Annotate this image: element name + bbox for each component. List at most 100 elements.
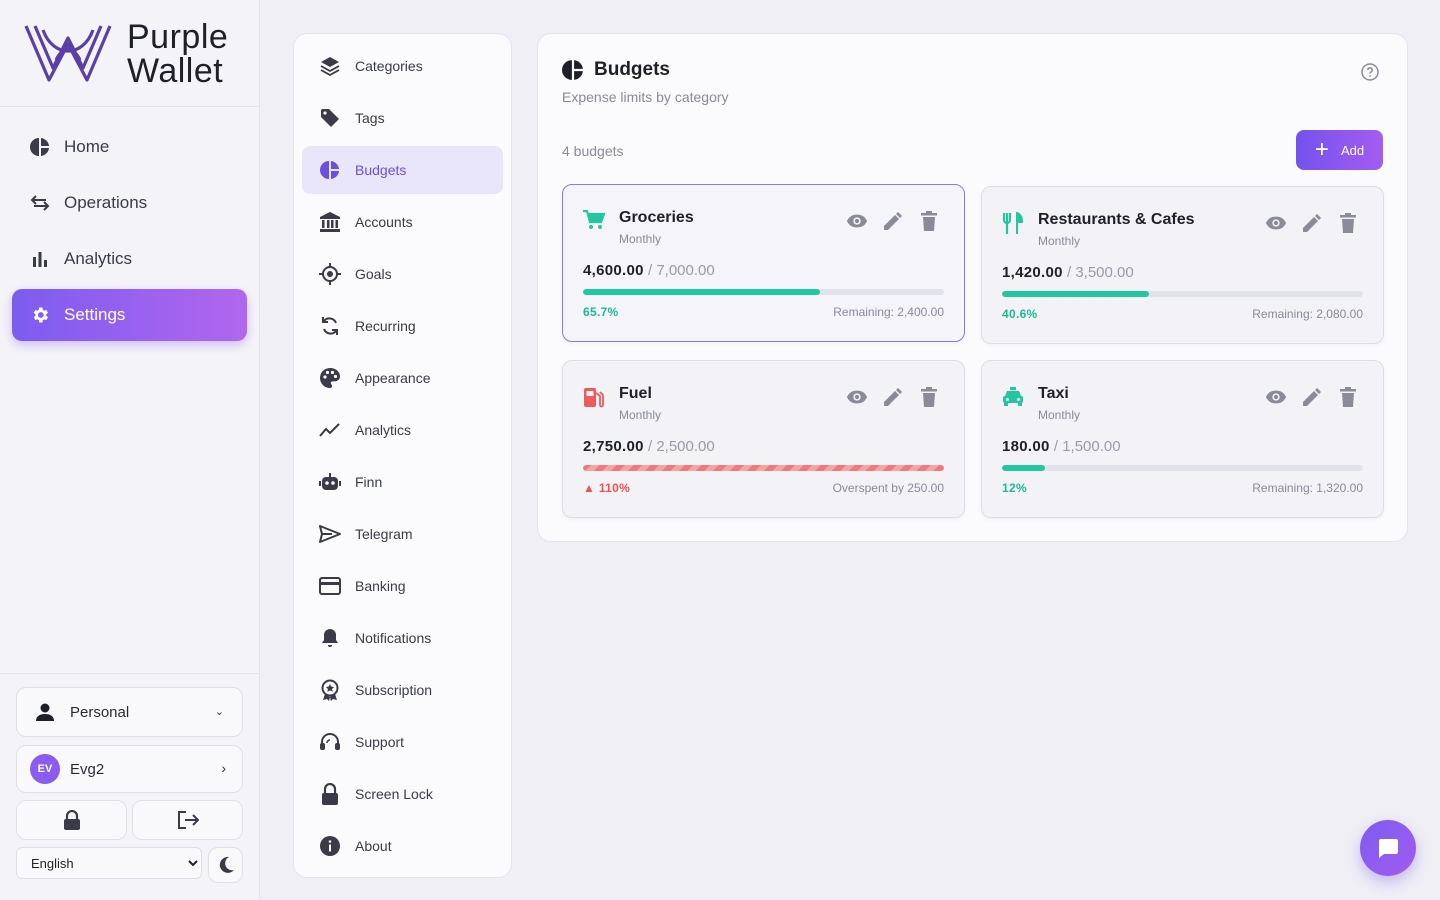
budget-amounts: 1,420.00 / 3,500.00 — [1002, 264, 1134, 281]
settings-item-notifications[interactable]: Notifications — [302, 614, 503, 662]
budget-spent: 180.00 — [1002, 438, 1050, 455]
budget-amounts: 180.00 / 1,500.00 — [1002, 438, 1121, 455]
budget-period: Monthly — [619, 408, 662, 422]
budget-card[interactable]: Groceries Monthly 4,600.00 / 7,000.00 65… — [562, 184, 965, 342]
profile-selector[interactable]: Personal ⌄ — [16, 687, 243, 737]
settings-item-label: Budgets — [355, 162, 407, 178]
settings-item-support[interactable]: Support — [302, 718, 503, 766]
settings-item-subscription[interactable]: Subscription — [302, 666, 503, 714]
bell-icon — [319, 627, 341, 649]
settings-item-label: Analytics — [355, 422, 412, 438]
progress-fill — [1002, 465, 1046, 471]
settings-item-screen-lock[interactable]: Screen Lock — [302, 770, 503, 818]
budget-period: Monthly — [619, 232, 662, 246]
user-account-button[interactable]: EV Evg2 › — [16, 745, 243, 793]
budget-card[interactable]: Restaurants & Cafes Monthly 1,420.00 / 3… — [981, 186, 1384, 344]
lock-button[interactable] — [16, 800, 127, 840]
settings-item-label: Support — [355, 734, 405, 750]
avatar: EV — [30, 754, 60, 784]
settings-item-finn[interactable]: Finn — [302, 458, 503, 506]
amount-separator: / — [1053, 438, 1063, 455]
trash-icon[interactable] — [918, 210, 940, 232]
settings-item-analytics[interactable]: Analytics — [302, 406, 503, 454]
progress-bar — [1002, 291, 1363, 297]
budget-status: Overspent by 250.00 — [832, 481, 944, 495]
gear-icon — [29, 304, 51, 326]
bar-chart-icon — [29, 248, 51, 270]
budget-card[interactable]: Fuel Monthly 2,750.00 / 2,500.00 ▲ 110% … — [562, 360, 965, 518]
budget-spent: 4,600.00 — [583, 262, 644, 279]
credit-card-icon — [319, 575, 341, 597]
brand-name: Purple Wallet — [127, 18, 229, 90]
page-title: Budgets — [562, 59, 670, 81]
progress-bar — [583, 465, 944, 471]
settings-item-label: Finn — [355, 474, 383, 490]
nav-item-home[interactable]: Home — [12, 121, 247, 173]
pencil-icon[interactable] — [882, 386, 904, 408]
settings-item-tags[interactable]: Tags — [302, 94, 503, 142]
nav-item-analytics[interactable]: Analytics — [12, 233, 247, 285]
budget-spent: 1,420.00 — [1002, 264, 1063, 281]
trash-icon[interactable] — [918, 386, 940, 408]
settings-item-label: About — [355, 838, 392, 854]
logout-button[interactable] — [132, 800, 243, 840]
settings-item-categories[interactable]: Categories — [302, 42, 503, 90]
settings-item-label: Subscription — [355, 682, 433, 698]
chat-bubble-icon — [1377, 837, 1399, 859]
pie-chart-icon — [562, 59, 584, 81]
nav-item-operations[interactable]: Operations — [12, 177, 247, 229]
progress-fill — [583, 465, 944, 471]
theme-toggle-button[interactable] — [208, 847, 243, 883]
eye-icon[interactable] — [846, 210, 868, 232]
settings-item-goals[interactable]: Goals — [302, 250, 503, 298]
progress-bar — [583, 289, 944, 295]
profile-name: Personal — [70, 703, 130, 721]
budget-percent: 12% — [1002, 481, 1027, 495]
sync-icon — [319, 315, 341, 337]
pencil-icon[interactable] — [1301, 386, 1323, 408]
headset-icon — [319, 731, 341, 753]
lock-icon — [319, 783, 341, 805]
settings-item-banking[interactable]: Banking — [302, 562, 503, 610]
chevron-down-icon: ⌄ — [214, 706, 224, 718]
progress-bar — [1002, 465, 1363, 471]
trash-icon[interactable] — [1337, 386, 1359, 408]
chat-button[interactable] — [1360, 820, 1416, 876]
brand-logo[interactable]: Purple Wallet — [0, 0, 259, 107]
add-budget-button[interactable]: + Add — [1296, 130, 1383, 170]
settings-item-appearance[interactable]: Appearance — [302, 354, 503, 402]
settings-item-label: Accounts — [355, 214, 413, 230]
settings-item-budgets[interactable]: Budgets — [302, 146, 503, 194]
settings-item-telegram[interactable]: Telegram — [302, 510, 503, 558]
person-icon — [35, 702, 55, 722]
settings-item-recurring[interactable]: Recurring — [302, 302, 503, 350]
settings-item-label: Categories — [355, 58, 423, 74]
chevron-right-icon: › — [221, 760, 226, 776]
language-select[interactable]: English — [16, 847, 202, 879]
eye-icon[interactable] — [1265, 386, 1287, 408]
trash-icon[interactable] — [1337, 212, 1359, 234]
settings-item-accounts[interactable]: Accounts — [302, 198, 503, 246]
budget-card[interactable]: Taxi Monthly 180.00 / 1,500.00 12% Remai… — [981, 360, 1384, 518]
budget-limit: 2,500.00 — [656, 438, 715, 455]
page-subtitle: Expense limits by category — [562, 89, 729, 105]
budget-count: 4 budgets — [562, 143, 624, 159]
budget-status: Remaining: 1,320.00 — [1252, 481, 1363, 495]
pencil-icon[interactable] — [1301, 212, 1323, 234]
budget-status: Remaining: 2,400.00 — [833, 305, 944, 319]
nav-item-label: Home — [64, 137, 110, 156]
gas-pump-icon — [583, 386, 605, 413]
pencil-icon[interactable] — [882, 210, 904, 232]
eye-icon[interactable] — [846, 386, 868, 408]
nav-item-label: Analytics — [64, 249, 133, 268]
target-icon — [319, 263, 341, 285]
eye-icon[interactable] — [1265, 212, 1287, 234]
settings-item-about[interactable]: About — [302, 822, 503, 870]
budget-actions — [846, 386, 940, 408]
help-icon[interactable] — [1361, 63, 1379, 86]
budget-status: Remaining: 2,080.00 — [1252, 307, 1363, 321]
budget-percent-value: 110% — [598, 481, 631, 495]
moon-icon — [216, 855, 236, 875]
nav-item-settings[interactable]: Settings — [12, 289, 247, 341]
cart-icon — [583, 209, 606, 235]
